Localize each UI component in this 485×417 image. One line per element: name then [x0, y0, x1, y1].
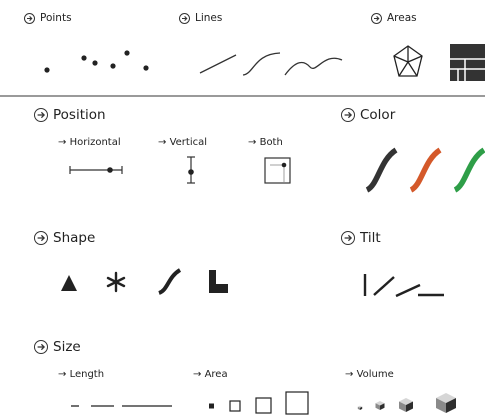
volume-cube-1 [357, 405, 363, 410]
volume-cube-2 [375, 401, 385, 410]
size-glyphs [71, 391, 456, 415]
volume-cube-3 [399, 398, 413, 412]
volume-cube-4 [436, 393, 456, 413]
